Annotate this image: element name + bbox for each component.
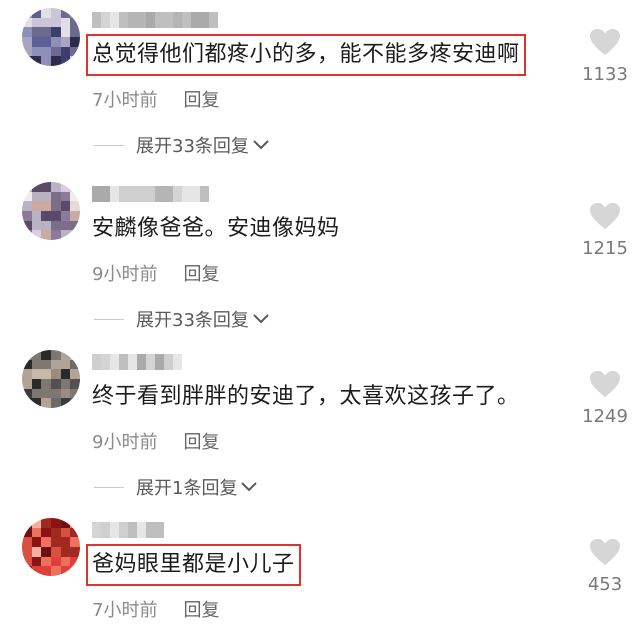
expand-replies-button[interactable]: 展开33条回复 xyxy=(94,306,269,332)
divider-line xyxy=(94,318,124,320)
like-count: 1215 xyxy=(582,238,628,259)
divider-line xyxy=(94,486,124,488)
like-button[interactable]: 453 xyxy=(580,538,630,595)
comment-item: 总觉得他们都疼小的多，能不能多疼安迪啊 7小时前 回复 1133 展开33条回复 xyxy=(0,8,640,178)
like-count: 453 xyxy=(587,574,623,595)
reply-button[interactable]: 回复 xyxy=(183,264,219,285)
comment-item: 终于看到胖胖的安迪了，太喜欢这孩子了。 9小时前 回复 1249 展开1条回复 xyxy=(0,350,640,520)
comment-time: 9小时前 xyxy=(92,264,158,285)
chevron-down-icon xyxy=(253,140,269,150)
comment-meta: 9小时前 回复 xyxy=(92,260,219,286)
comment-meta: 7小时前 回复 xyxy=(92,86,219,112)
like-button[interactable]: 1249 xyxy=(580,370,630,427)
username-pixelated[interactable] xyxy=(92,354,182,370)
avatar[interactable] xyxy=(22,350,80,408)
avatar[interactable] xyxy=(22,182,80,240)
like-button[interactable]: 1133 xyxy=(580,28,630,85)
comment-time: 7小时前 xyxy=(92,90,158,111)
like-button[interactable]: 1215 xyxy=(580,202,630,259)
comment-meta: 7小时前 回复 xyxy=(92,596,219,622)
heart-icon xyxy=(590,539,620,565)
comment-meta: 9小时前 回复 xyxy=(92,428,219,454)
like-count: 1133 xyxy=(582,64,628,85)
expand-replies-button[interactable]: 展开1条回复 xyxy=(94,474,258,500)
comment-item: 安麟像爸爸。安迪像妈妈 9小时前 回复 1215 展开33条回复 xyxy=(0,182,640,352)
username-pixelated[interactable] xyxy=(92,12,218,28)
expand-replies-label: 展开33条回复 xyxy=(136,310,249,331)
comment-text: 终于看到胖胖的安迪了，太喜欢这孩子了。 xyxy=(92,384,520,409)
comment-item: 爸妈眼里都是小儿子 7小时前 回复 453 xyxy=(0,518,640,639)
like-count: 1249 xyxy=(582,406,628,427)
chevron-down-icon xyxy=(241,482,258,492)
comment-time: 9小时前 xyxy=(92,432,158,453)
divider-line xyxy=(94,144,124,146)
reply-button[interactable]: 回复 xyxy=(183,432,219,453)
chevron-down-icon xyxy=(253,314,269,324)
comment-text: 安麟像爸爸。安迪像妈妈 xyxy=(92,216,340,241)
heart-icon xyxy=(590,371,620,397)
expand-replies-label: 展开33条回复 xyxy=(136,136,249,157)
avatar[interactable] xyxy=(22,518,80,576)
username-pixelated[interactable] xyxy=(92,522,164,538)
heart-icon xyxy=(590,29,620,55)
heart-icon xyxy=(590,203,620,229)
expand-replies-button[interactable]: 展开33条回复 xyxy=(94,132,269,158)
reply-button[interactable]: 回复 xyxy=(183,90,219,111)
avatar[interactable] xyxy=(22,8,80,66)
reply-button[interactable]: 回复 xyxy=(183,600,219,621)
comment-text: 总觉得他们都疼小的多，能不能多疼安迪啊 xyxy=(86,34,526,76)
username-pixelated[interactable] xyxy=(92,186,209,202)
expand-replies-label: 展开1条回复 xyxy=(136,478,238,499)
comment-time: 7小时前 xyxy=(92,600,158,621)
comment-text: 爸妈眼里都是小儿子 xyxy=(86,544,301,586)
